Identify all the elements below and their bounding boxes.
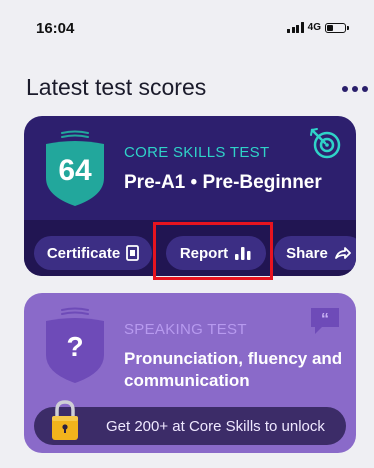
report-button-label: Report: [179, 244, 229, 262]
locked-score-symbol: ?: [66, 331, 84, 362]
core-skills-card[interactable]: 64 CORE SKILLS TEST Pre-A1 • Pre-Beginne…: [24, 116, 356, 276]
network-type: 4G: [307, 22, 321, 33]
status-time: 16:04: [36, 20, 75, 37]
test-name: SPEAKING TEST: [124, 321, 247, 338]
signal-icon: [287, 22, 304, 33]
bar-chart-icon: [235, 247, 251, 260]
share-button[interactable]: Share: [274, 236, 356, 270]
share-button-label: Share: [286, 244, 328, 262]
status-bar: 16:04 4G: [0, 0, 374, 58]
test-name: CORE SKILLS TEST: [124, 144, 270, 161]
padlock-icon: [52, 400, 78, 440]
page-title: Latest test scores: [26, 74, 207, 100]
share-arrow-icon: [334, 247, 351, 259]
level-label: Pre-A1 • Pre-Beginner: [124, 172, 322, 193]
more-horizontal-icon[interactable]: [342, 86, 368, 92]
unlock-requirement-bar: Get 200+ at Core Skills to unlock: [34, 400, 346, 445]
target-icon: [310, 128, 341, 159]
status-indicators: 4G: [287, 22, 349, 33]
speaking-test-card: ? SPEAKING TEST Pronunciation, fluency a…: [24, 293, 356, 453]
quote-bubble-icon: “: [311, 308, 339, 334]
test-description: Pronunciation, fluency and communication: [124, 349, 343, 390]
section-header: Latest test scores: [26, 74, 374, 106]
score-value: 64: [58, 154, 92, 187]
certificate-button[interactable]: Certificate: [34, 236, 152, 270]
report-button[interactable]: Report: [166, 236, 266, 270]
svg-text:“: “: [321, 311, 329, 328]
battery-level: [327, 24, 333, 31]
battery-icon: [325, 22, 349, 33]
certificate-button-label: Certificate: [46, 244, 121, 262]
unlock-message: Get 200+ at Core Skills to unlock: [106, 418, 325, 435]
certificate-icon: [126, 245, 140, 261]
